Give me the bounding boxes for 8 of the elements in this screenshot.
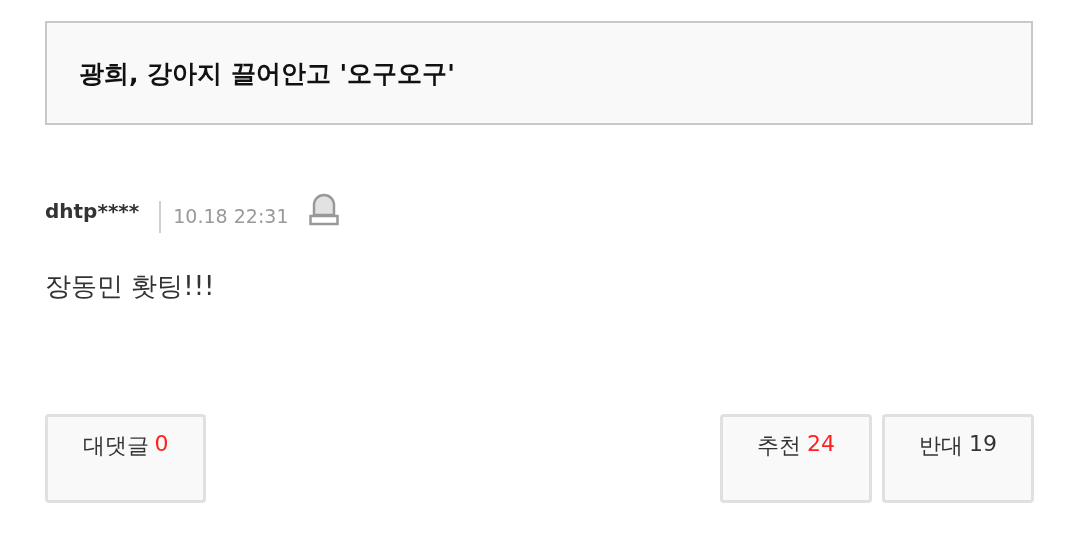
alarm-light-icon[interactable] <box>308 191 341 227</box>
comment-time: 10.18 22:31 <box>173 205 289 227</box>
vote-button[interactable]: 반대 19 <box>882 414 1034 503</box>
comment-text: 장동민 홧팅!!! <box>45 270 216 303</box>
article-title: 광희, 강아지 끌어안고 '오구오구' <box>79 57 455 90</box>
vote-button[interactable]: 대댓글 0 <box>45 414 206 503</box>
vote-button[interactable]: 추천 24 <box>720 414 872 503</box>
author-name: dhtp**** <box>45 199 140 223</box>
